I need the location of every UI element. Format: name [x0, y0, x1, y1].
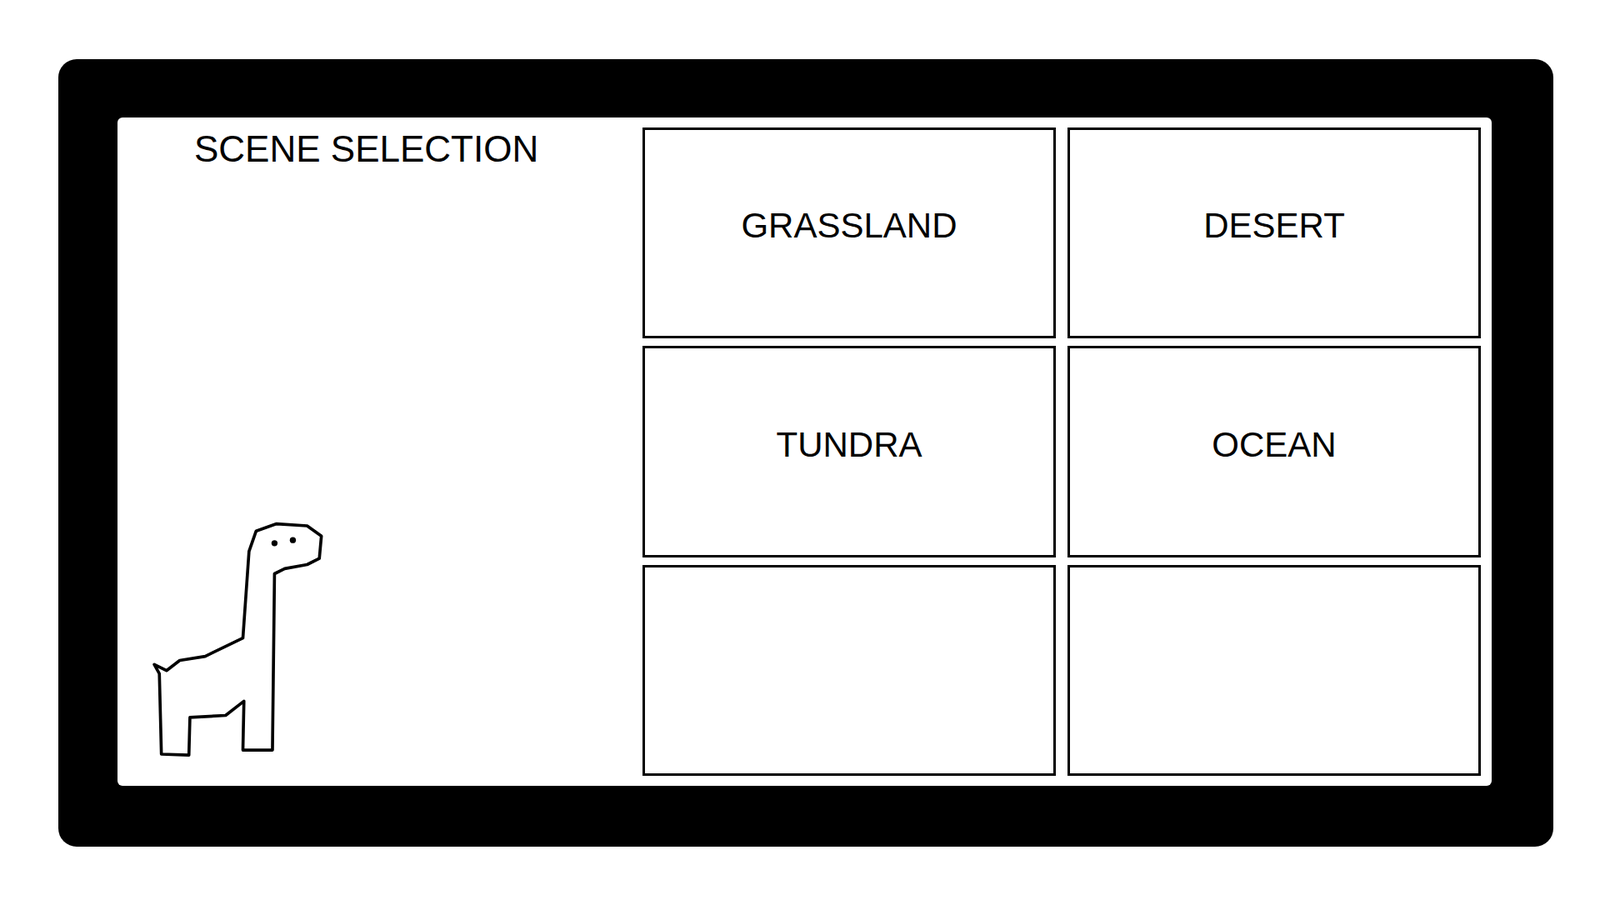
- scene-label: GRASSLAND: [740, 205, 957, 247]
- scene-label: TUNDRA: [776, 424, 923, 466]
- scene-button[interactable]: TUNDRA: [642, 345, 1056, 557]
- scene-button[interactable]: OCEAN: [1067, 345, 1481, 557]
- scene-button[interactable]: [1067, 565, 1481, 776]
- scene-grid: GRASSLAND DESERT TUNDRA OCEAN: [642, 127, 1481, 776]
- scene-label: OCEAN: [1211, 424, 1336, 466]
- screen-title: SCENE SELECTION: [117, 127, 633, 172]
- device-frame: SCENE SELECTION GRASSLAND DESERT TUNDRA OCE…: [58, 59, 1554, 847]
- scene-button[interactable]: DESERT: [1067, 127, 1481, 339]
- scene-button[interactable]: GRASSLAND: [642, 127, 1056, 339]
- left-panel: SCENE SELECTION: [117, 127, 633, 776]
- page: SCENE SELECTION GRASSLAND DESERT TUNDRA OCE…: [0, 0, 1600, 900]
- scene-label: DESERT: [1203, 205, 1345, 247]
- mascot: [117, 517, 633, 776]
- screen: SCENE SELECTION GRASSLAND DESERT TUNDRA OCE…: [117, 117, 1492, 786]
- dinosaur-icon: [149, 517, 328, 763]
- scene-button[interactable]: [642, 565, 1056, 776]
